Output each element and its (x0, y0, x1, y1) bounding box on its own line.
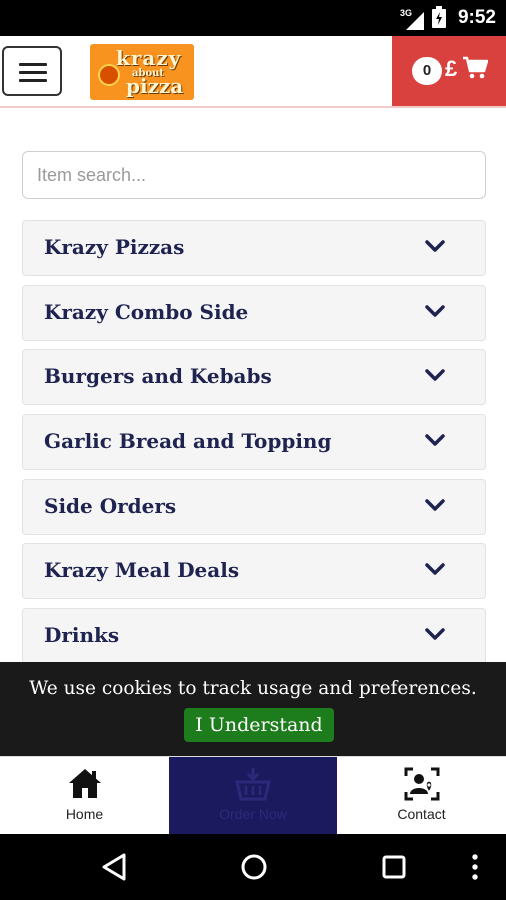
nav-label: Order Now (219, 806, 287, 822)
chevron-down-icon (425, 304, 445, 323)
category-garlic-bread-and-topping[interactable]: Garlic Bread and Topping (22, 414, 486, 471)
hamburger-icon-bar (19, 71, 47, 74)
category-krazy-pizzas[interactable]: Krazy Pizzas (22, 220, 486, 276)
logo-text-pizza: pizza (126, 74, 184, 98)
contact-icon (404, 767, 440, 806)
chevron-down-icon (425, 239, 445, 258)
status-time: 9:52 (457, 7, 496, 28)
nav-home[interactable]: Home (0, 757, 169, 835)
category-burgers-and-kebabs[interactable]: Burgers and Kebabs (22, 349, 486, 406)
logo-text-krazy: krazy (116, 46, 182, 70)
status-icons: 3G (400, 6, 446, 33)
bottom-nav: Home Order Now Contact (0, 756, 506, 835)
chevron-down-icon (425, 627, 445, 646)
hamburger-icon (19, 63, 47, 66)
nav-label: Home (65, 806, 104, 822)
home-circle-icon[interactable] (240, 852, 268, 887)
brand-logo[interactable]: krazy about pizza (90, 44, 194, 100)
cart-button[interactable]: 0 £ (392, 36, 506, 106)
category-label: Krazy Pizzas (44, 235, 185, 259)
chevron-down-icon (425, 498, 445, 517)
cart-currency: £ (445, 56, 458, 81)
category-krazy-meal-deals[interactable]: Krazy Meal Deals (22, 543, 486, 600)
status-bar: 3G 9:52 (0, 0, 506, 36)
chevron-down-icon (425, 562, 445, 581)
nav-order-now[interactable]: Order Now (169, 757, 337, 835)
category-label: Side Orders (44, 493, 177, 518)
hamburger-icon-bar (19, 79, 47, 82)
android-nav-bar (0, 834, 506, 900)
recents-icon[interactable] (380, 852, 408, 887)
category-label: Drinks (44, 623, 120, 648)
cookie-banner: We use cookies to track usage and prefer… (0, 662, 506, 756)
category-label: Krazy Combo Side (44, 299, 249, 324)
category-label: Krazy Meal Deals (44, 558, 240, 583)
category-side-orders[interactable]: Side Orders (22, 478, 486, 535)
signal-icon: 3G (400, 7, 424, 30)
nav-contact[interactable]: Contact (337, 757, 506, 835)
back-icon[interactable] (100, 852, 128, 887)
category-label: Garlic Bread and Topping (44, 429, 332, 454)
cart-icon (462, 56, 489, 85)
chevron-down-icon (425, 433, 445, 452)
battery-icon (432, 6, 446, 33)
category-list: Krazy Pizzas Krazy Combo Side Burgers an… (22, 220, 486, 673)
category-krazy-combo-side[interactable]: Krazy Combo Side (22, 284, 486, 341)
network-label: 3G (400, 7, 413, 18)
menu-button[interactable] (2, 46, 62, 96)
cookie-message: We use cookies to track usage and prefer… (29, 678, 477, 699)
item-search-input[interactable] (22, 151, 486, 199)
home-icon (68, 767, 102, 804)
app-header: krazy about pizza 0 £ (0, 36, 506, 108)
accept-cookies-button[interactable]: I Understand (184, 708, 334, 742)
category-label: Burgers and Kebabs (44, 364, 272, 389)
category-drinks[interactable]: Drinks (22, 608, 486, 665)
chevron-down-icon (425, 368, 445, 387)
overflow-menu-icon[interactable] (470, 852, 480, 887)
nav-label: Contact (397, 806, 446, 822)
basket-icon (235, 767, 271, 806)
cart-count-badge: 0 (412, 57, 442, 85)
